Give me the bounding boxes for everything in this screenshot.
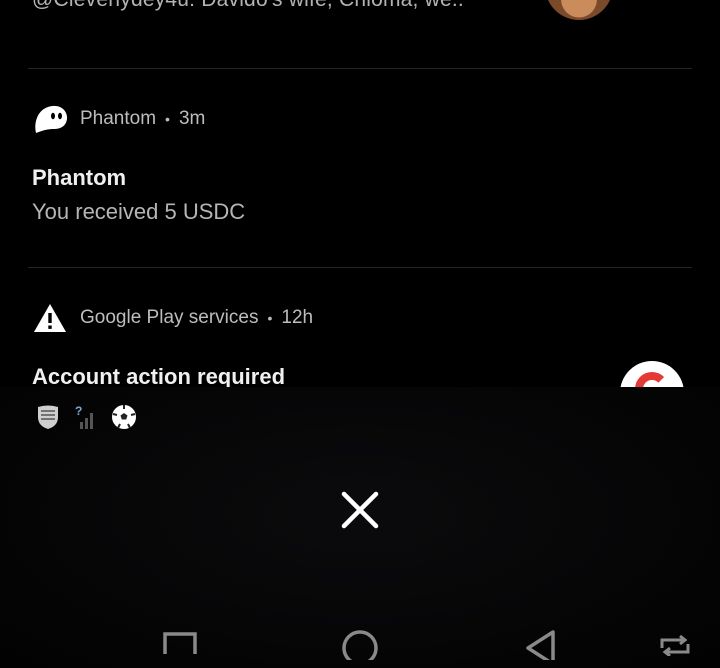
recents-square-icon	[163, 632, 197, 654]
notification-title: Phantom	[32, 165, 127, 190]
back-triangle-icon	[526, 630, 555, 660]
rotate-button[interactable]	[645, 620, 705, 668]
rotate-icon	[660, 634, 690, 656]
close-button[interactable]	[335, 485, 385, 535]
app-name: Google Play services	[80, 307, 259, 328]
google-notification-header: Google Play services • 12h	[32, 300, 313, 336]
notification-time: 12h	[281, 307, 314, 328]
divider	[28, 68, 692, 69]
google-logo-icon	[620, 361, 684, 387]
app-name: Phantom	[80, 108, 157, 129]
notification-time: 3m	[178, 108, 206, 129]
notification-shade: @Cleverlydey4u: Davido's wife, Chioma, w…	[0, 0, 720, 387]
porsche-shield-icon	[34, 403, 62, 431]
home-button[interactable]	[330, 620, 390, 668]
notification-body: You received 5 USDC	[32, 199, 246, 224]
back-button[interactable]	[510, 620, 570, 668]
status-bar-icons: ?	[34, 403, 138, 431]
phantom-ghost-icon	[32, 101, 68, 137]
close-icon	[341, 491, 379, 529]
separator-dot: •	[165, 111, 170, 127]
warning-icon	[32, 300, 68, 336]
home-circle-icon	[342, 630, 378, 660]
recents-button[interactable]	[150, 620, 210, 668]
svg-text:?: ?	[75, 404, 82, 418]
phantom-notification-header: Phantom • 3m	[32, 101, 205, 137]
separator-dot: •	[267, 310, 273, 326]
navigation-bar	[0, 620, 720, 668]
previous-notification-text: @Cleverlydey4u: Davido's wife, Chioma, w…	[32, 0, 464, 12]
avatar	[545, 0, 613, 20]
divider	[28, 267, 692, 268]
notification-title: Account action required	[32, 364, 286, 387]
no-signal-icon: ?	[72, 403, 100, 431]
soccer-ball-icon	[110, 403, 138, 431]
